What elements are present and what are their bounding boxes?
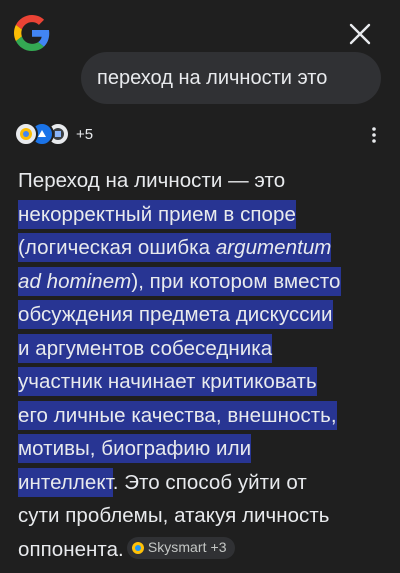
answer-line: обсуждения предмета дискуссии bbox=[18, 298, 390, 332]
highlighted-text[interactable]: мотивы, биографию или bbox=[18, 434, 252, 463]
source-favicon-1-icon bbox=[14, 122, 38, 146]
close-icon bbox=[349, 23, 371, 45]
highlighted-text[interactable]: некорректный прием в споре bbox=[18, 199, 296, 229]
highlighted-text[interactable]: обсуждения предмета дискуссии bbox=[18, 300, 333, 329]
answer-text: оппонента. bbox=[18, 537, 124, 561]
answer-line: оппонента. Skysmart +3 bbox=[18, 533, 390, 567]
answer-line: интеллект. Это способ уйти от bbox=[18, 466, 390, 500]
italic-term: argumentum bbox=[215, 236, 332, 259]
more-options-button[interactable] bbox=[362, 122, 386, 148]
answer-line: и аргументов собеседника bbox=[18, 332, 390, 366]
highlighted-text[interactable]: (логическая ошибка argumentum bbox=[18, 233, 332, 262]
answer-line: некорректный прием в споре bbox=[18, 198, 390, 232]
answer-text: сути проблемы, атакуя личность bbox=[18, 504, 330, 527]
answer-line: Переход на личности — это bbox=[18, 164, 390, 198]
answer-line: ad hominem), при котором вместо bbox=[18, 265, 390, 299]
sources-count: +5 bbox=[76, 125, 94, 143]
answer-line: мотивы, биографию или bbox=[18, 432, 390, 466]
more-vert-icon bbox=[372, 127, 376, 143]
highlighted-text-part: (логическая ошибка bbox=[18, 236, 216, 259]
google-logo-icon bbox=[14, 15, 50, 51]
answer-line: участник начинает критиковать bbox=[18, 365, 390, 399]
highlighted-text[interactable]: участник начинает критиковать bbox=[18, 367, 317, 396]
answer-line: его личные качества, внешность, bbox=[18, 399, 390, 433]
answer-text: . Это способ уйти от bbox=[112, 470, 307, 494]
query-text: переход на личности это bbox=[97, 66, 328, 89]
highlighted-text-part: ), при котором вместо bbox=[131, 269, 341, 293]
answer-line: (логическая ошибка argumentum bbox=[18, 231, 390, 265]
close-button[interactable] bbox=[340, 14, 380, 54]
highlighted-text[interactable]: интеллект bbox=[18, 467, 113, 497]
highlighted-text[interactable]: и аргументов собеседника bbox=[18, 333, 273, 363]
source-chip-label: Skysmart +3 bbox=[147, 538, 227, 555]
sources-row[interactable]: +5 bbox=[14, 122, 93, 146]
highlighted-text[interactable]: ad hominem), при котором вместо bbox=[18, 266, 341, 296]
answer-line: сути проблемы, атакуя личность bbox=[18, 499, 390, 533]
ai-overview-answer: Переход на личности — это некорректный п… bbox=[18, 164, 390, 566]
skysmart-favicon-icon bbox=[131, 541, 144, 554]
source-chip[interactable]: Skysmart +3 bbox=[126, 536, 235, 559]
highlighted-text[interactable]: его личные качества, внешность, bbox=[18, 400, 337, 430]
answer-text: Переход на личности — это bbox=[18, 169, 286, 192]
query-bubble: переход на личности это bbox=[81, 52, 381, 104]
italic-term: ad hominem bbox=[18, 269, 132, 293]
